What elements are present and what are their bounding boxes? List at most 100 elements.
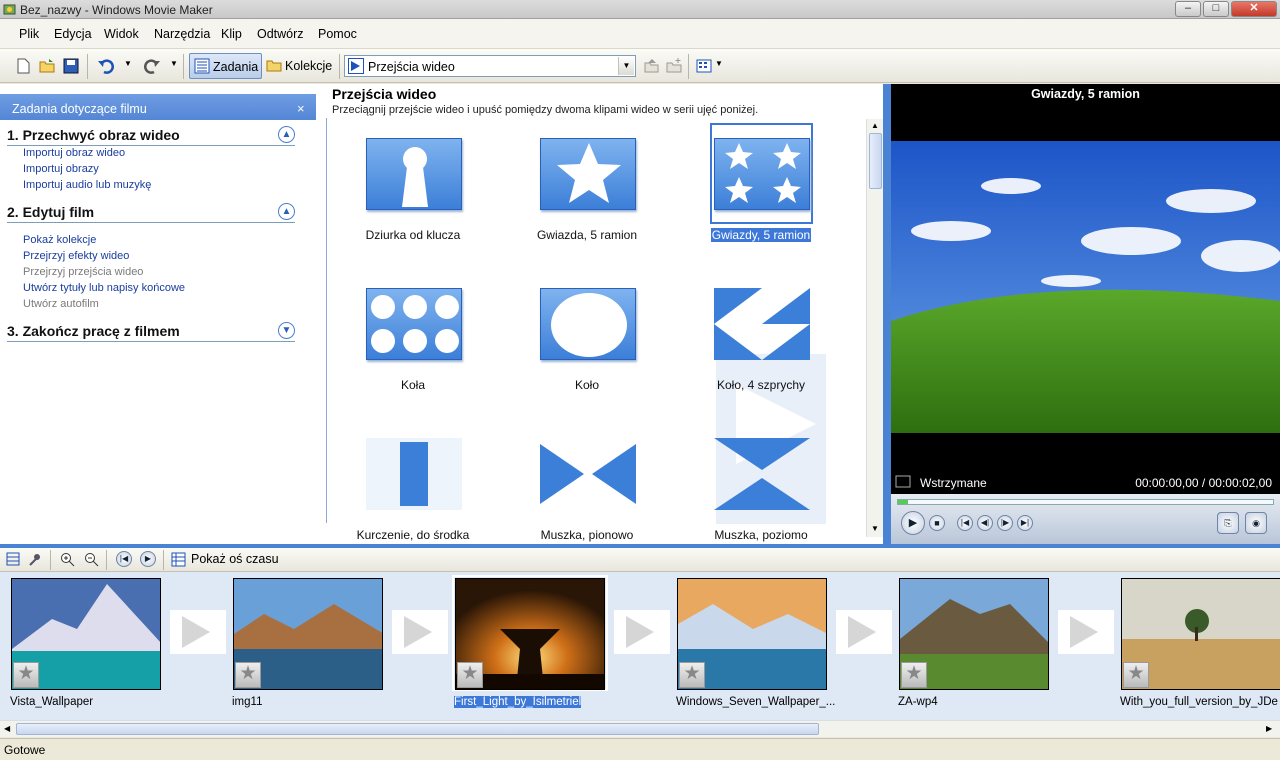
rewind-button[interactable]: ◀| xyxy=(977,515,993,531)
preview-title: Gwiazdy, 5 ramion xyxy=(1031,87,1140,101)
undo-dropdown-icon[interactable]: ▼ xyxy=(124,59,132,68)
transition-tile-bowtie-vertical[interactable] xyxy=(540,438,636,510)
forward-button[interactable]: |▶ xyxy=(997,515,1013,531)
playback-controls: ▶ ■ |◀ ◀| |▶ ▶| ⎘ ◉ xyxy=(891,494,1280,544)
collections-combo[interactable]: Przejścia wideo ▼ xyxy=(344,55,636,77)
menu-klip[interactable]: Klip xyxy=(221,27,242,41)
transition-tile-star[interactable] xyxy=(540,138,636,210)
minimize-button[interactable]: – xyxy=(1175,1,1201,17)
rewind-storyboard-button[interactable]: |◀ xyxy=(116,551,132,567)
menu-edycja[interactable]: Edycja xyxy=(54,27,92,41)
chevron-down-icon[interactable]: ▼ xyxy=(278,322,295,339)
clip-thumbnail-selected[interactable]: ★ xyxy=(455,578,605,690)
zoom-in-icon[interactable] xyxy=(60,552,75,567)
undo-icon[interactable] xyxy=(97,57,115,75)
link-make-titles[interactable]: Utwórz tytuły lub napisy końcowe xyxy=(23,282,185,294)
star-icon: ★ xyxy=(13,662,39,688)
redo-dropdown-icon[interactable]: ▼ xyxy=(170,59,178,68)
views-icon[interactable] xyxy=(696,57,714,75)
seek-handle[interactable] xyxy=(898,500,908,504)
clip-name: Windows_Seven_Wallpaper_... xyxy=(676,696,836,708)
transition-tile-bowtie-horizontal[interactable] xyxy=(714,438,810,510)
show-timeline-label[interactable]: Pokaż oś czasu xyxy=(191,552,279,566)
transition-tile-circle[interactable] xyxy=(540,288,636,360)
play-button[interactable]: ▶ xyxy=(901,511,925,535)
section-finish[interactable]: 3. Zakończ pracę z filmem ▼ xyxy=(7,320,295,342)
clip-name-text: First_Light_by_Isilmetriel xyxy=(454,696,582,708)
scroll-thumb[interactable] xyxy=(16,723,819,735)
collections-button[interactable]: Kolekcje xyxy=(264,53,334,79)
transition-label: Koło, 4 szprychy xyxy=(716,378,806,392)
section-title: 2. Edytuj film xyxy=(7,204,95,220)
link-import-images[interactable]: Importuj obrazy xyxy=(23,163,99,175)
seek-bar[interactable] xyxy=(897,499,1274,505)
transition-tile-pinwheel[interactable] xyxy=(714,288,810,360)
link-import-audio[interactable]: Importuj audio lub muzykę xyxy=(23,179,151,191)
next-frame-button[interactable]: ▶| xyxy=(1017,515,1033,531)
transition-tile-stars[interactable] xyxy=(714,138,810,210)
menu-plik[interactable]: Plik xyxy=(19,27,39,41)
transition-tile-circles[interactable] xyxy=(366,288,462,360)
scroll-left-icon[interactable]: ◀ xyxy=(4,724,10,733)
transition-slot[interactable] xyxy=(392,610,448,654)
scroll-thumb[interactable] xyxy=(869,133,882,189)
views-dropdown-icon[interactable]: ▼ xyxy=(715,59,723,68)
transition-slot[interactable] xyxy=(614,610,670,654)
new-project-icon[interactable] xyxy=(14,57,32,75)
storyboard-toolbar: |◀ ▶ Pokaż oś czasu xyxy=(0,548,1280,572)
previous-frame-button[interactable]: |◀ xyxy=(957,515,973,531)
pane-splitter[interactable] xyxy=(883,84,891,544)
section-capture[interactable]: 1. Przechwyć obraz wideo ▲ xyxy=(7,124,295,146)
storyboard-scrollbar[interactable]: ◀ ▶ xyxy=(0,720,1280,737)
menu-pomoc[interactable]: Pomoc xyxy=(318,27,357,41)
clip-name: ZA-wp4 xyxy=(898,696,938,708)
chevron-down-icon[interactable]: ▼ xyxy=(618,57,634,75)
play-storyboard-button[interactable]: ▶ xyxy=(140,551,156,567)
link-view-effects[interactable]: Przejrzyj efekty wideo xyxy=(23,250,129,262)
menu-bar: Plik Edycja Widok Narzędzia Klip Odtwórz… xyxy=(0,19,1280,49)
close-button[interactable]: ✕ xyxy=(1231,1,1277,17)
zoom-out-icon[interactable] xyxy=(84,552,99,567)
clip-thumbnail[interactable]: ★ xyxy=(899,578,1049,690)
chevron-up-icon[interactable]: ▲ xyxy=(278,203,295,220)
scroll-down-icon[interactable]: ▼ xyxy=(871,524,879,533)
bowtie-horizontal-icon xyxy=(714,438,810,510)
stop-button[interactable]: ■ xyxy=(929,515,945,531)
transitions-scrollbar[interactable]: ▲ ▼ xyxy=(866,119,883,537)
tasks-button[interactable]: Zadania xyxy=(189,53,262,79)
section-edit[interactable]: 2. Edytuj film ▲ xyxy=(7,201,295,223)
camera-icon[interactable]: ◉ xyxy=(1245,512,1267,534)
transition-slot[interactable] xyxy=(170,610,226,654)
clip-thumbnail[interactable]: ★ xyxy=(1121,578,1280,690)
link-import-video[interactable]: Importuj obraz wideo xyxy=(23,147,125,159)
narration-icon[interactable] xyxy=(28,552,42,566)
link-show-collections[interactable]: Pokaż kolekcje xyxy=(23,234,96,246)
transition-tile-keyhole[interactable] xyxy=(366,138,462,210)
transition-slot[interactable] xyxy=(836,610,892,654)
open-project-icon[interactable] xyxy=(38,57,56,75)
clip-name-selected: First_Light_by_Isilmetriel xyxy=(454,696,582,708)
star-icon: ★ xyxy=(235,662,261,688)
chevron-up-icon[interactable]: ▲ xyxy=(278,126,295,143)
scroll-right-icon[interactable]: ▶ xyxy=(1266,724,1272,733)
menu-odtworz[interactable]: Odtwórz xyxy=(257,27,304,41)
menu-narzedzia[interactable]: Narzędzia xyxy=(154,27,210,41)
scroll-up-icon[interactable]: ▲ xyxy=(871,121,879,130)
menu-widok[interactable]: Widok xyxy=(104,27,139,41)
maximize-button[interactable]: □ xyxy=(1203,1,1229,17)
transition-tile-shrink[interactable] xyxy=(366,438,462,510)
transition-label-selected: Gwiazdy, 5 ramion xyxy=(676,228,846,242)
save-project-icon[interactable] xyxy=(62,57,80,75)
timeline-icon[interactable] xyxy=(171,552,186,567)
new-folder-icon[interactable] xyxy=(665,57,683,75)
clip-thumbnail[interactable]: ★ xyxy=(233,578,383,690)
clip-thumbnail[interactable]: ★ xyxy=(11,578,161,690)
up-level-icon[interactable] xyxy=(642,57,660,75)
close-icon[interactable]: × xyxy=(297,101,305,116)
clip-thumbnail[interactable]: ★ xyxy=(677,578,827,690)
redo-icon[interactable] xyxy=(143,57,161,75)
storyboard-icon[interactable] xyxy=(6,552,20,566)
transition-slot[interactable] xyxy=(1058,610,1114,654)
transition-combo-icon xyxy=(348,58,364,74)
split-clip-button[interactable]: ⎘ xyxy=(1217,512,1239,534)
